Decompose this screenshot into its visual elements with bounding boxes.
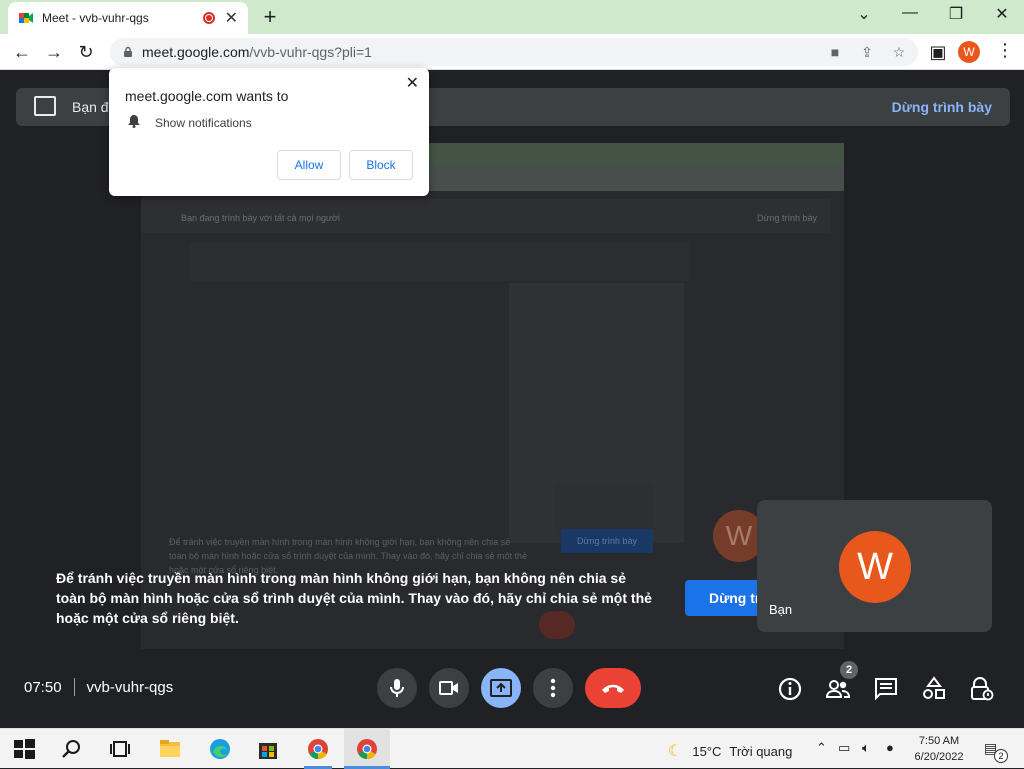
dialog-title: meet.google.com wants to — [125, 88, 289, 104]
microphone-button[interactable] — [377, 668, 417, 708]
minimize-button[interactable]: — — [890, 4, 930, 22]
show-hidden-icons-icon[interactable]: ⌃ — [816, 740, 827, 756]
edge-browser-icon[interactable] — [208, 737, 232, 761]
moon-icon: ☾ — [668, 743, 683, 760]
url-host: meet.google.com — [142, 44, 250, 60]
leave-call-button[interactable] — [585, 668, 641, 708]
notification-permission-dialog: meet.google.com wants to ✕ Show notifica… — [109, 68, 429, 196]
notification-count-badge: 2 — [994, 749, 1008, 763]
bell-icon — [128, 115, 140, 128]
tab-search-icon[interactable]: ⌄ — [844, 4, 884, 24]
microsoft-store-icon[interactable] — [256, 737, 280, 761]
meeting-time: 07:50 — [24, 678, 62, 696]
browser-menu-icon[interactable]: ⋮ — [996, 40, 1014, 61]
clock-date: 6/20/2022 — [914, 751, 964, 763]
present-screen-icon — [490, 679, 512, 697]
chrome-icon[interactable] — [355, 737, 379, 761]
search-icon[interactable] — [60, 737, 84, 761]
google-meet-icon — [18, 10, 34, 26]
file-explorer-icon[interactable] — [158, 737, 182, 761]
host-controls-lock-icon[interactable] — [969, 676, 995, 702]
microphone-in-use-icon[interactable]: ● — [886, 740, 894, 755]
allow-button[interactable]: Allow — [277, 150, 341, 180]
side-panel-icon[interactable]: ▣ — [926, 40, 950, 64]
block-button[interactable]: Block — [349, 150, 413, 180]
task-view-icon[interactable] — [108, 737, 132, 761]
mirror-stop-button: Dừng trình bày — [561, 529, 653, 553]
forward-button[interactable]: → — [42, 40, 66, 64]
mirror-inner-frame — [189, 243, 689, 281]
system-clock[interactable]: 7:50 AM 6/20/2022 — [904, 733, 974, 765]
divider — [73, 678, 75, 696]
share-icon[interactable]: ⇪ — [858, 44, 876, 60]
bookmark-star-icon[interactable]: ☆ — [890, 44, 908, 60]
more-options-button[interactable] — [533, 668, 573, 708]
browser-tab-strip: Meet - vvb-vuhr-qgs ✕ + ⌄ — ❐ ✕ — [0, 0, 1024, 34]
browser-toolbar: ← → ↻ meet.google.com/vvb-vuhr-qgs?pli=1… — [0, 34, 1024, 70]
camera-icon — [439, 681, 458, 695]
address-bar[interactable]: meet.google.com/vvb-vuhr-qgs?pli=1 ■ ⇪ ☆ — [110, 38, 918, 66]
present-screen-icon — [34, 96, 56, 116]
mirror-banner-text: Bạn đang trình bày với tất cả mọi người — [181, 213, 340, 223]
mirror-banner-stop: Dừng trình bày — [756, 213, 817, 223]
tab-title: Meet - vvb-vuhr-qgs — [42, 11, 149, 25]
windows-start-icon[interactable] — [12, 737, 36, 761]
volume-icon[interactable]: 🔈︎ — [862, 740, 870, 756]
infinite-mirror-warning: Để tránh việc truyền màn hình trong màn … — [56, 570, 652, 626]
meeting-code: vvb-vuhr-qgs — [86, 678, 174, 696]
self-avatar: W — [839, 531, 911, 603]
hang-up-icon — [602, 684, 624, 693]
temperature: 15°C — [692, 743, 722, 759]
activities-icon[interactable] — [921, 676, 947, 702]
present-now-button[interactable] — [481, 668, 521, 708]
back-button[interactable]: ← — [10, 40, 34, 64]
recording-indicator-icon — [202, 12, 215, 24]
restore-button[interactable]: ❐ — [936, 4, 976, 24]
self-name-label: Bạn — [769, 602, 793, 617]
microphone-icon — [390, 679, 404, 697]
meeting-info: 07:50 vvb-vuhr-qgs — [24, 678, 173, 696]
profile-avatar[interactable]: W — [958, 41, 980, 63]
close-tab-icon[interactable]: ✕ — [225, 8, 238, 28]
camera-in-use-icon[interactable]: ■ — [826, 44, 844, 60]
url-path: /vvb-vuhr-qgs?pli=1 — [249, 44, 372, 60]
close-window-button[interactable]: ✕ — [982, 4, 1022, 24]
weather-widget[interactable]: ☾ 15°C Trời quang — [668, 741, 792, 761]
self-video-tile[interactable]: W Bạn — [757, 500, 992, 632]
stop-presenting-link[interactable]: Dừng trình bày — [892, 99, 992, 115]
more-vertical-icon — [550, 678, 556, 698]
reload-button[interactable]: ↻ — [74, 40, 98, 64]
close-dialog-icon[interactable]: ✕ — [406, 73, 419, 93]
mirror-banner: Bạn đang trình bày với tất cả mọi người … — [141, 199, 831, 233]
chat-icon[interactable] — [873, 676, 899, 702]
weather-condition: Trời quang — [729, 743, 793, 759]
clock-time: 7:50 AM — [918, 735, 960, 747]
windows-taskbar: ☾ 15°C Trời quang ⌃ ▭ 🔈︎ ● 7:50 AM 6/20/… — [0, 728, 1024, 769]
people-icon[interactable] — [825, 676, 851, 702]
camera-button[interactable] — [429, 668, 469, 708]
permission-text: Show notifications — [155, 116, 252, 130]
network-icon[interactable]: ▭ — [838, 740, 850, 756]
meeting-details-icon[interactable] — [777, 676, 803, 702]
browser-tab-meet[interactable]: Meet - vvb-vuhr-qgs ✕ — [8, 2, 248, 34]
mirror-tile — [555, 483, 653, 535]
chrome-icon[interactable] — [306, 737, 330, 761]
presenting-banner-text: Bạn đ — [72, 99, 109, 115]
new-tab-button[interactable]: + — [258, 4, 282, 30]
lock-icon — [124, 46, 132, 57]
